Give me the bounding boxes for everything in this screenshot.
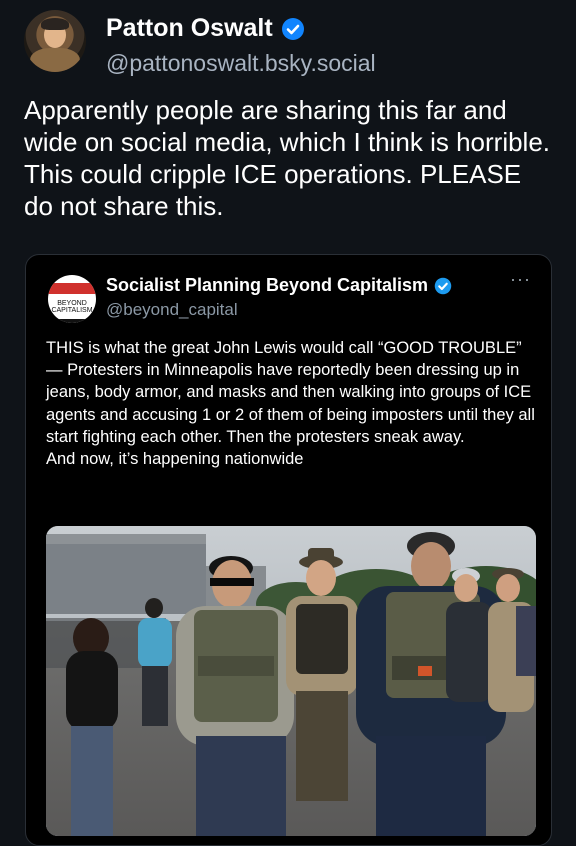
avatar[interactable] <box>24 10 86 72</box>
verified-badge-icon <box>434 277 452 294</box>
embed-author-handle[interactable]: @beyond_capital <box>106 300 238 320</box>
post-header: Patton Oswalt @pattonoswalt.bsky.social <box>24 10 564 80</box>
embed-author-name-text[interactable]: Socialist Planning Beyond Capitalism <box>106 275 428 296</box>
author-handle[interactable]: @pattonoswalt.bsky.social <box>106 50 376 77</box>
author-name[interactable]: Patton Oswalt <box>106 14 305 43</box>
post-text: Apparently people are sharing this far a… <box>24 95 551 221</box>
verified-badge-icon <box>281 17 304 40</box>
embed-text-paragraph: And now, it’s happening nationwide <box>46 450 304 469</box>
embedded-post[interactable]: BEYOND CAPITALISM Socialist Planning Bey… <box>25 254 552 846</box>
embed-avatar[interactable]: BEYOND CAPITALISM <box>48 275 96 323</box>
embed-author-name[interactable]: Socialist Planning Beyond Capitalism <box>106 275 452 296</box>
author-name-text[interactable]: Patton Oswalt <box>106 14 273 43</box>
logo-text: BEYOND CAPITALISM <box>51 300 93 314</box>
more-options-icon[interactable]: ··· <box>510 269 531 290</box>
embed-photo[interactable] <box>46 526 536 836</box>
embed-text-paragraph: THIS is what the great John Lewis would … <box>46 339 535 446</box>
embed-text: THIS is what the great John Lewis would … <box>46 337 541 470</box>
photo-image <box>46 526 536 836</box>
